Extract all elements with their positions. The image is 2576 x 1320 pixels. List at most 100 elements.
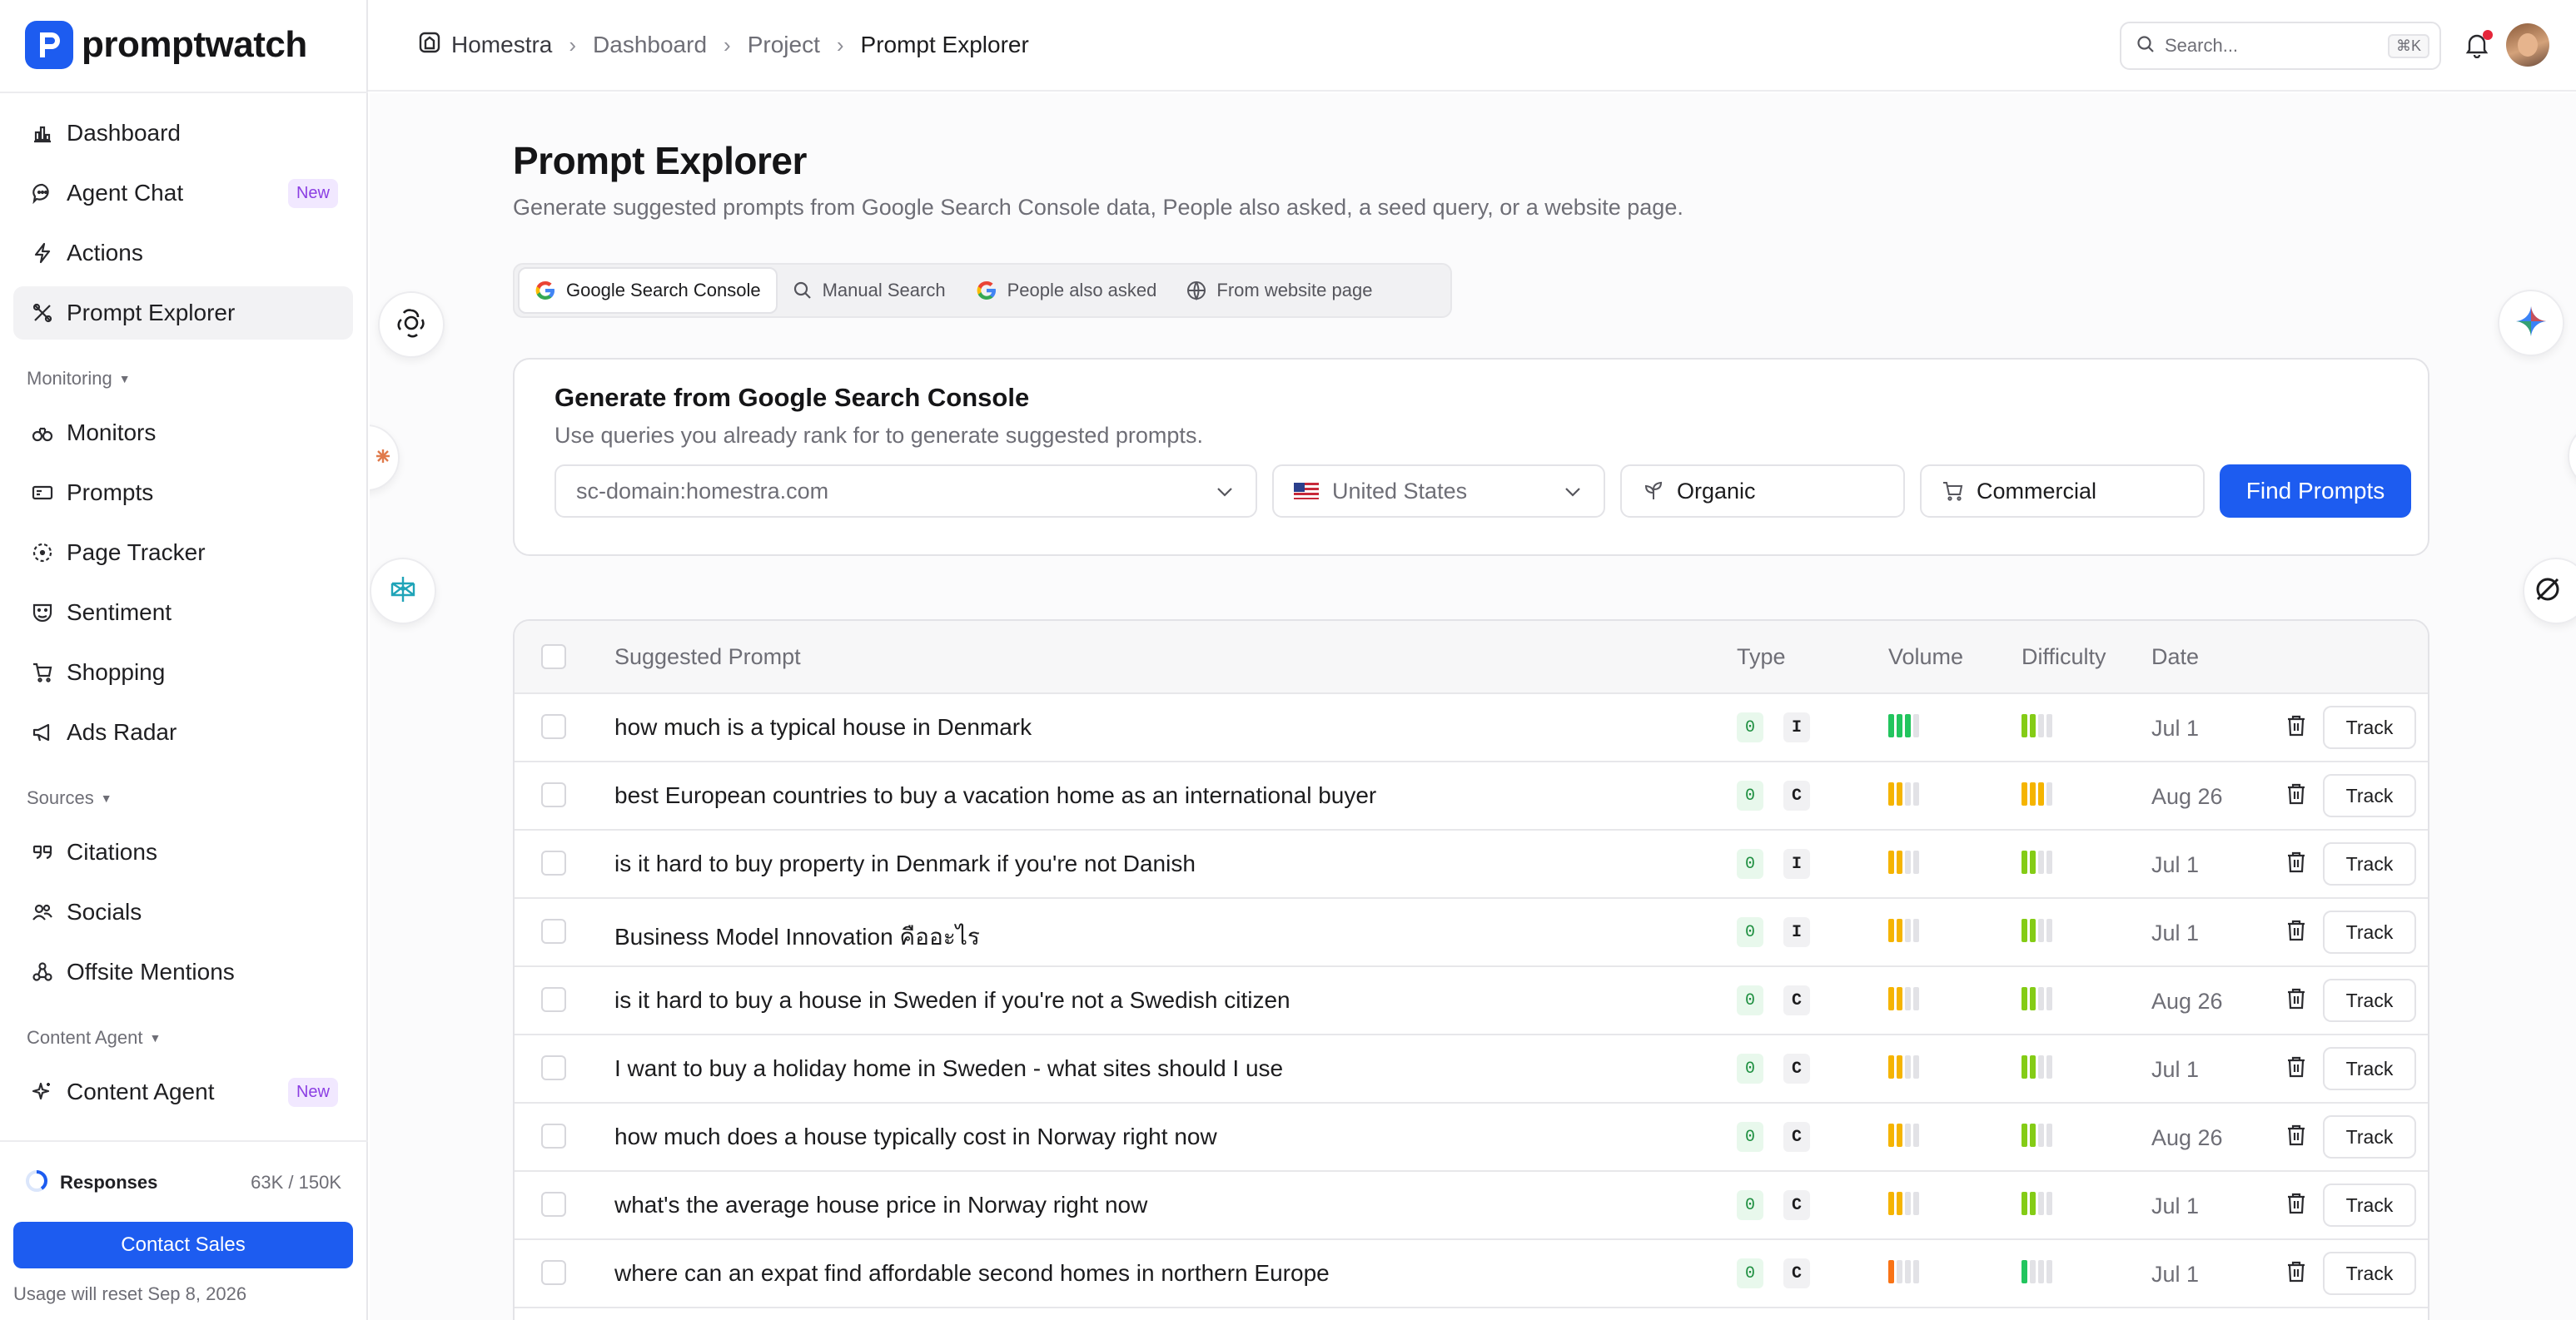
table-row[interactable]: best European countries to buy a vacatio… (515, 762, 2428, 831)
trash-icon[interactable] (2286, 851, 2306, 878)
sidebar-item-citations[interactable]: Citations (13, 826, 353, 879)
volume-meter-bar (1905, 1192, 1911, 1215)
row-checkbox[interactable] (541, 1260, 566, 1285)
card-title: Generate from Google Search Console (554, 383, 1030, 412)
column-header-date[interactable]: Date (2151, 644, 2199, 670)
select-all-checkbox[interactable] (541, 644, 566, 669)
sidebar-item-sentiment[interactable]: Sentiment (13, 586, 353, 639)
grok-engine-button[interactable] (2523, 558, 2576, 624)
commercial-filter[interactable]: Commercial (1920, 464, 2205, 518)
tab-manual-search[interactable]: Manual Search (778, 267, 961, 314)
track-button[interactable]: Track (2323, 1047, 2416, 1090)
section-monitoring[interactable]: Monitoring ▼ (27, 368, 131, 390)
row-checkbox[interactable] (541, 1055, 566, 1080)
sidebar-item-prompt-explorer[interactable]: Prompt Explorer (13, 286, 353, 340)
sidebar-item-content-agent[interactable]: Content Agent New (13, 1065, 353, 1119)
tab-google-search-console[interactable]: Google Search Console (518, 267, 778, 314)
country-value: United States (1332, 478, 1468, 504)
sidebar-item-shopping[interactable]: Shopping (13, 646, 353, 699)
global-search[interactable]: ⌘K (2120, 22, 2441, 70)
trash-icon[interactable] (2286, 1124, 2306, 1151)
breadcrumb-homestra[interactable]: Homestra (451, 32, 552, 58)
row-checkbox[interactable] (541, 1192, 566, 1217)
sidebar-item-ads-radar[interactable]: Ads Radar (13, 706, 353, 759)
track-button[interactable]: Track (2323, 911, 2416, 954)
organic-filter[interactable]: Organic (1620, 464, 1905, 518)
app-logo[interactable]: promptwatch (25, 20, 307, 70)
table-row[interactable]: where can an expat find affordable secon… (515, 1240, 2428, 1308)
sidebar-item-prompts[interactable]: Prompts (13, 466, 353, 519)
trash-icon[interactable] (2286, 1055, 2306, 1083)
row-checkbox[interactable] (541, 851, 566, 876)
track-button[interactable]: Track (2323, 706, 2416, 749)
volume-meter-bar (1888, 1192, 1894, 1215)
table-row[interactable]: how much is a typical house in Denmark 0 I… (515, 694, 2428, 762)
section-content-agent[interactable]: Content Agent ▼ (27, 1027, 161, 1049)
breadcrumb-project[interactable]: Project (748, 32, 820, 58)
chatgpt-engine-button[interactable] (378, 291, 445, 358)
table-row[interactable]: is it hard to buy property in Denmark if… (515, 831, 2428, 899)
notifications-button[interactable] (2464, 30, 2493, 60)
volume-meter (1888, 714, 1919, 737)
trash-icon[interactable] (2286, 987, 2306, 1015)
sidebar-item-socials[interactable]: Socials (13, 886, 353, 939)
table-row[interactable]: how much does a house typically cost in … (515, 1104, 2428, 1172)
track-button[interactable]: Track (2323, 774, 2416, 817)
sidebar-item-page-tracker[interactable]: Page Tracker (13, 526, 353, 579)
trash-icon[interactable] (2286, 919, 2306, 946)
column-header-prompt[interactable]: Suggested Prompt (614, 644, 801, 670)
track-button[interactable]: Track (2323, 842, 2416, 886)
copilot-engine-button[interactable] (2568, 423, 2576, 489)
table-row[interactable]: I want to buy a holiday home in Sweden -… (515, 1035, 2428, 1104)
table-row[interactable]: what's the average house price in Norway… (515, 1172, 2428, 1240)
trash-icon[interactable] (2286, 1260, 2306, 1288)
perplexity-engine-button[interactable] (370, 558, 436, 624)
volume-meter-bar (1897, 1192, 1902, 1215)
row-checkbox[interactable] (541, 1124, 566, 1149)
column-header-volume[interactable]: Volume (1888, 644, 1963, 670)
trash-icon[interactable] (2286, 1192, 2306, 1219)
difficulty-meter-bar (2046, 1124, 2052, 1147)
find-prompts-button[interactable]: Find Prompts (2220, 464, 2411, 518)
gemini-engine-button[interactable] (2498, 290, 2564, 356)
card-description: Use queries you already rank for to gene… (554, 423, 1203, 448)
trash-icon[interactable] (2286, 714, 2306, 742)
track-button[interactable]: Track (2323, 979, 2416, 1022)
claude-engine-button[interactable] (370, 424, 400, 491)
sidebar-item-actions[interactable]: Actions (13, 226, 353, 280)
table-row[interactable]: is it hard to buy a house in Sweden if y… (515, 967, 2428, 1035)
difficulty-meter (2022, 1192, 2052, 1215)
contact-sales-button[interactable]: Contact Sales (13, 1222, 353, 1268)
sidebar-item-agent-chat[interactable]: Agent Chat New (13, 166, 353, 220)
sidebar-item-offsite-mentions[interactable]: Offsite Mentions (13, 945, 353, 999)
sidebar-item-monitors[interactable]: Monitors (13, 406, 353, 459)
sidebar-item-label: Prompt Explorer (67, 300, 236, 325)
sidebar-item-label: Prompts (67, 479, 154, 505)
avatar[interactable] (2506, 23, 2549, 67)
volume-meter-bar (1888, 919, 1894, 942)
difficulty-meter-bar (2030, 1260, 2036, 1283)
country-select[interactable]: United States (1272, 464, 1605, 518)
row-checkbox[interactable] (541, 987, 566, 1012)
breadcrumb-dashboard[interactable]: Dashboard (593, 32, 707, 58)
count-chip: 0 (1737, 1054, 1763, 1084)
row-checkbox[interactable] (541, 714, 566, 739)
tab-people-also-asked[interactable]: People also asked (961, 267, 1172, 314)
row-checkbox[interactable] (541, 782, 566, 807)
track-button[interactable]: Track (2323, 1184, 2416, 1227)
sidebar-item-dashboard[interactable]: Dashboard (13, 107, 353, 160)
section-sources[interactable]: Sources ▼ (27, 787, 112, 809)
column-header-difficulty[interactable]: Difficulty (2022, 644, 2106, 670)
row-date: Aug 26 (2151, 1125, 2223, 1150)
tab-from-website-page[interactable]: From website page (1171, 267, 1387, 314)
row-checkbox[interactable] (541, 919, 566, 944)
track-button[interactable]: Track (2323, 1252, 2416, 1295)
track-button[interactable]: Track (2323, 1115, 2416, 1159)
column-header-type[interactable]: Type (1737, 644, 1786, 670)
domain-select[interactable]: sc-domain:homestra.com (554, 464, 1257, 518)
trash-icon[interactable] (2286, 782, 2306, 810)
count-chip: 0 (1737, 1258, 1763, 1288)
search-input[interactable] (2165, 35, 2365, 57)
table-row[interactable]: Business Model Innovation คืออะไร 0 I Jul 1… (515, 899, 2428, 967)
difficulty-meter-bar (2022, 782, 2027, 806)
